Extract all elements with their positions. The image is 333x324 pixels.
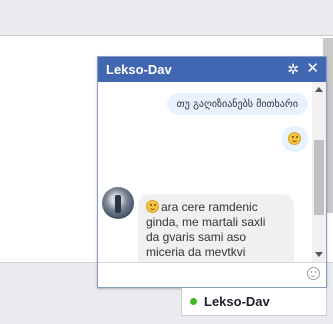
composer — [98, 262, 326, 287]
message-scrollbar[interactable] — [312, 82, 326, 262]
chat-tab-lekso-dav[interactable]: Lekso-Dav — [181, 288, 327, 316]
avatar[interactable] — [102, 187, 134, 219]
chat-title[interactable]: Lekso-Dav — [106, 62, 172, 77]
outgoing-emoji-message — [282, 126, 308, 152]
online-status-icon — [190, 298, 197, 305]
message-list: თუ გაღიზიანებს მითხარი ara cere ramdenic… — [98, 82, 314, 262]
chat-header[interactable]: Lekso-Dav ✲ ✕ — [98, 57, 326, 82]
incoming-message-text: ara cere ramdenic ginda, me martali saxl… — [146, 200, 266, 262]
chat-window: Lekso-Dav ✲ ✕ თუ გაღიზიანებს მითხარი ara… — [97, 56, 327, 288]
smile-emoji-icon — [288, 132, 301, 145]
message-input[interactable] — [102, 265, 302, 285]
smile-emoji-icon — [146, 200, 159, 213]
incoming-message: ara cere ramdenic ginda, me martali saxl… — [138, 194, 294, 262]
chat-tab-label: Lekso-Dav — [204, 294, 270, 309]
outgoing-message: თუ გაღიზიანებს მითხარი — [166, 93, 308, 115]
gear-icon[interactable]: ✲ — [287, 60, 299, 78]
scroll-down-arrow-icon[interactable] — [315, 252, 323, 257]
browser-top-bar — [0, 0, 333, 36]
smile-icon[interactable] — [307, 267, 320, 280]
close-icon[interactable]: ✕ — [306, 60, 319, 78]
scroll-thumb[interactable] — [314, 140, 324, 215]
scroll-up-arrow-icon[interactable] — [315, 87, 323, 92]
